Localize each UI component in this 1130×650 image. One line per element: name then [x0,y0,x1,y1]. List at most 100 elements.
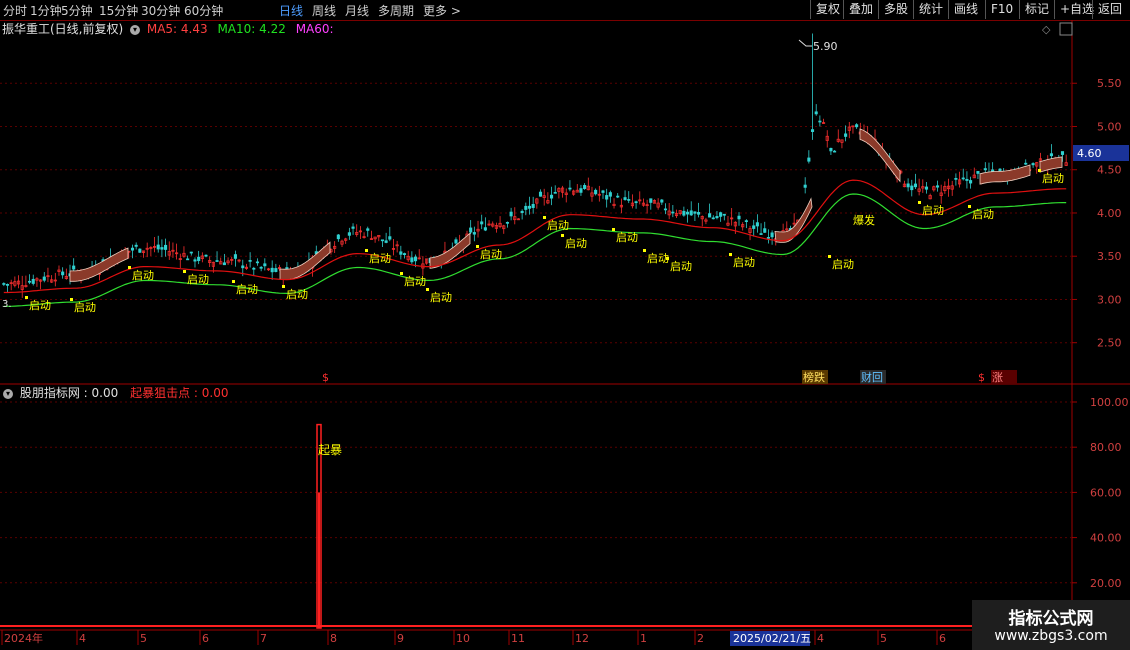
candle-body [233,254,237,259]
signal-dot [666,257,669,260]
candle-body [807,157,811,162]
event-tags: $ 榜跌 财回 $ 涨 [322,370,1017,384]
candle-body [755,222,759,227]
tab-weekly[interactable]: 周线 [312,2,336,19]
candle-body [211,261,215,267]
candle-body [825,135,829,141]
qidong-label: 启动 [733,256,755,269]
candle-body [130,247,135,251]
candle-body [862,132,866,136]
candle-body [980,179,984,183]
candle-body [983,168,987,171]
candle-body [950,185,954,190]
overlay-button[interactable]: 叠加 [843,0,878,19]
candle-body [241,265,245,269]
cursor-date-box [730,631,810,646]
candle-body [410,257,414,263]
time-label: 4 [79,632,86,645]
back-button[interactable]: 返回 [1092,0,1127,19]
tab-5min[interactable]: 5分钟 [61,2,93,19]
high-price-label: 5.90 [813,40,838,53]
signal-dot [729,253,732,256]
multi-stock-button[interactable]: 多股 [878,0,913,19]
qidong-label: 启动 [565,237,587,250]
candle-body [785,228,789,231]
ma-red-line [3,179,1067,294]
candle-body [61,271,65,276]
candle-body [469,227,473,233]
candle-body [483,227,487,231]
candle-body [215,260,219,262]
candle-body [116,260,120,263]
tab-1min[interactable]: 1分钟 [30,2,62,19]
candle-body [612,203,616,206]
signal-dot [828,255,831,258]
candle-body [958,179,962,185]
candle-body [704,219,708,222]
candle-body [402,253,407,256]
candle-body [355,232,359,235]
indicator-name: 股朋指标网 [19,386,80,400]
candle-body [50,279,54,283]
candle-body [244,266,248,269]
candle-body [86,269,90,272]
tab-30min[interactable]: 30分钟 [141,2,180,19]
signal-dot [561,234,564,237]
candle-body [1031,163,1035,166]
f10-button[interactable]: F10 [985,0,1018,19]
candle-body [1038,158,1042,163]
tab-more[interactable]: 更多 > [423,2,461,19]
signal-dot [232,280,235,283]
candle-body [252,267,256,270]
candle-body [726,222,730,226]
tab-15min[interactable]: 15分钟 [99,2,138,19]
candle-body [285,267,289,269]
tab-daily[interactable]: 日线 [279,2,303,19]
candle-body [902,183,906,188]
candle-body [557,188,561,192]
diamond-icon[interactable]: ◇ [1042,23,1051,36]
candle-body [127,250,131,253]
candle-body [112,257,116,263]
signal-dot [282,285,285,288]
dropdown-icon[interactable]: ▾ [130,24,141,35]
candle-body [700,216,704,220]
candle-body [630,202,634,207]
qidong-label: 启动 [547,219,569,232]
candle-body [255,261,260,264]
candle-body [428,257,432,263]
dropdown-icon[interactable]: ▾ [3,388,13,399]
candle-body [766,236,770,239]
candle-body [377,234,381,238]
mark-button[interactable]: 标记 [1019,0,1054,19]
candle-body [314,251,318,255]
candle-body [421,263,425,269]
draw-line-button[interactable]: 画线 [948,0,983,19]
candle-body [652,200,657,204]
tab-fenshi[interactable]: 分时 [3,2,27,19]
candle-body [105,265,109,271]
fuquan-button[interactable]: 复权 [810,0,845,19]
candle-body [119,250,124,255]
candle-body [972,174,976,179]
spike-label: 起暴 [318,443,342,457]
candle-body [601,190,605,193]
candle-body [175,252,179,255]
candle-body [586,185,590,191]
window-toggle-icon[interactable] [1059,22,1073,36]
baofa-label: 爆发 [853,213,875,227]
candle-body [145,247,149,250]
candle-body [1009,171,1013,175]
price-axis: 5.50 5.00 4.50 4.00 3.50 3.00 2.50 [1072,77,1122,350]
tab-multi-period[interactable]: 多周期 [378,2,414,19]
tab-60min[interactable]: 60分钟 [184,2,223,19]
tab-monthly[interactable]: 月线 [345,2,369,19]
sub-grid [0,401,1072,584]
candle-body [46,275,50,278]
candle-body [796,219,800,225]
candle-body [608,192,612,197]
candle-body [2,283,6,285]
stats-button[interactable]: 统计 [913,0,948,19]
candle-body [270,267,274,273]
candle-body [1057,161,1061,165]
